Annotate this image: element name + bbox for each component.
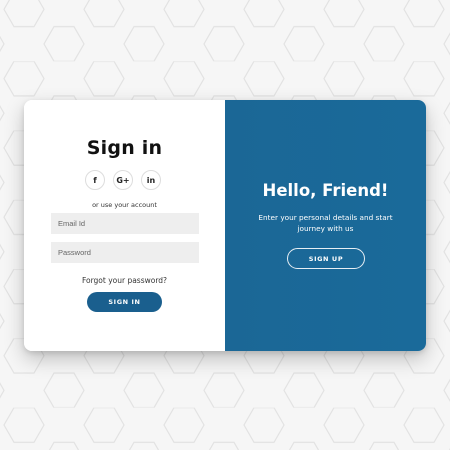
signin-panel: Sign in f G+ in or use your account Forg… <box>24 100 225 351</box>
password-field[interactable] <box>51 242 199 263</box>
google-plus-icon[interactable]: G+ <box>113 170 133 190</box>
signin-button[interactable]: SIGN IN <box>87 292 162 312</box>
hello-title: Hello, Friend! <box>262 181 389 200</box>
linkedin-icon[interactable]: in <box>141 170 161 190</box>
auth-card: Sign in f G+ in or use your account Forg… <box>24 100 426 351</box>
email-field[interactable] <box>51 213 199 234</box>
signin-title: Sign in <box>86 137 163 159</box>
facebook-icon[interactable]: f <box>85 170 105 190</box>
signup-button[interactable]: SIGN UP <box>287 248 365 269</box>
overlay-description: Enter your personal details and start jo… <box>258 213 393 233</box>
forgot-password-link[interactable]: Forgot your password? <box>24 276 225 285</box>
social-login-group: f G+ in <box>85 170 161 190</box>
use-account-hint: or use your account <box>92 201 157 209</box>
overlay-panel: Hello, Friend! Enter your personal detai… <box>225 100 426 351</box>
